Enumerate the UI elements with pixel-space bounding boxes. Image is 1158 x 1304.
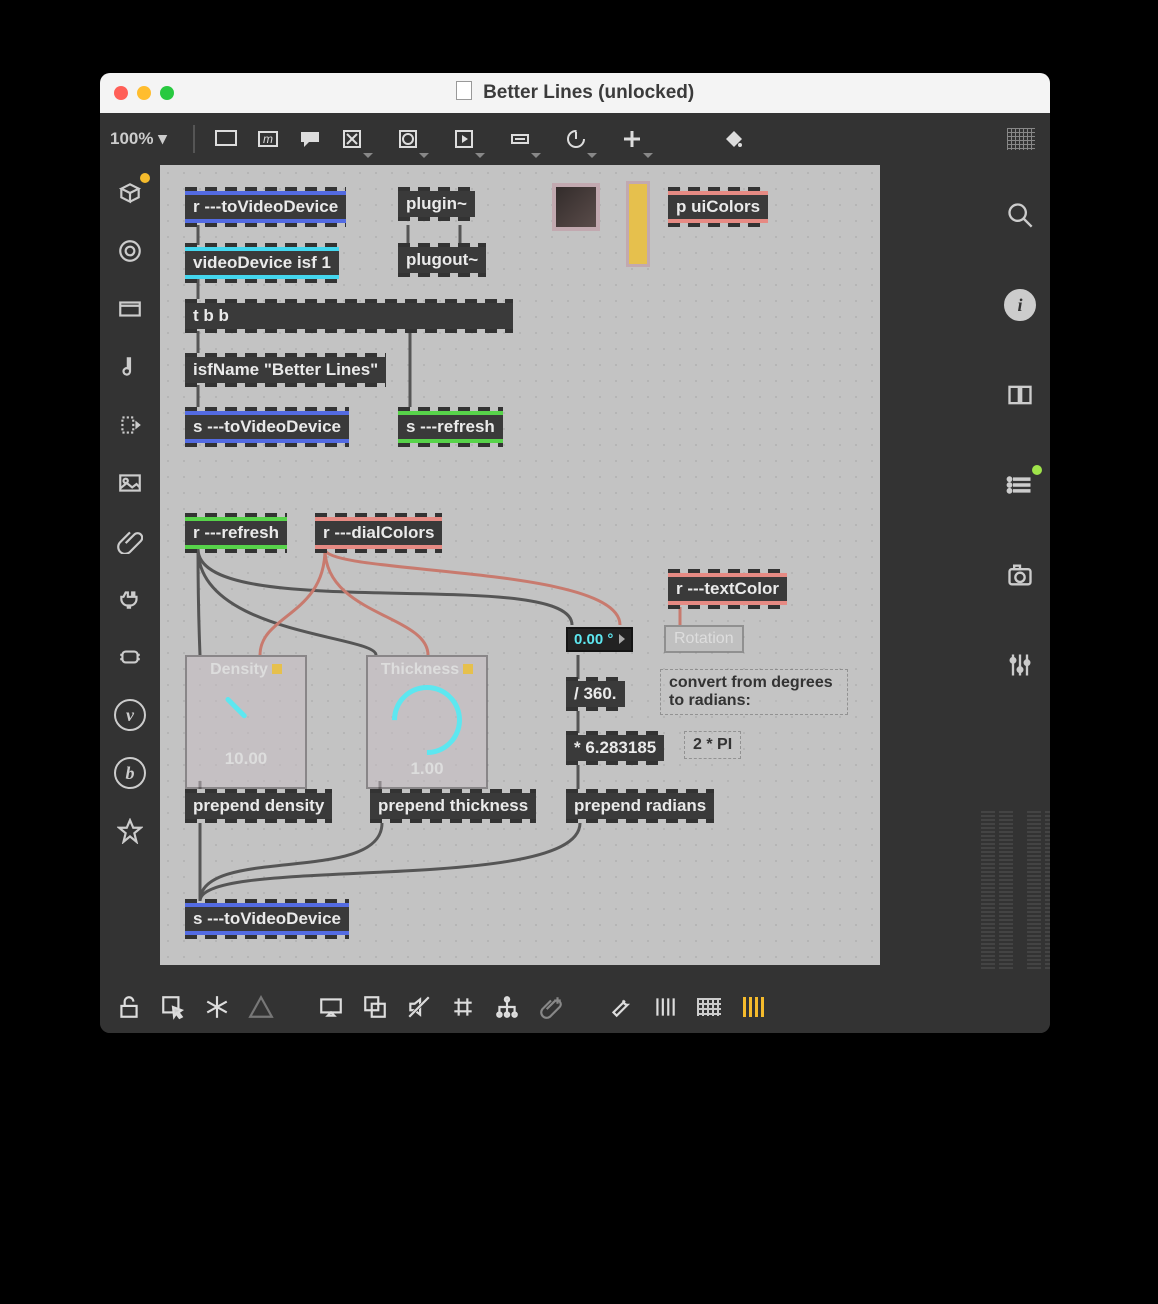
rotation-label: Rotation: [664, 625, 744, 653]
obj-p-uicolors[interactable]: p uiColors: [668, 191, 768, 223]
piano-icon[interactable]: [646, 988, 684, 1026]
thickness-value: 1.00: [372, 759, 482, 779]
triangle-icon: [619, 634, 625, 644]
svg-text:m: m: [263, 132, 273, 146]
app-window: Better Lines (unlocked) 100% ▾ m: [100, 73, 1050, 1033]
presentation-mode-icon[interactable]: [312, 988, 350, 1026]
obj-s-refresh[interactable]: s ---refresh: [398, 411, 503, 443]
obj-plugout[interactable]: plugout~: [398, 247, 486, 273]
vertical-slider[interactable]: [626, 181, 650, 267]
density-dial[interactable]: [216, 685, 276, 745]
thickness-title: Thickness: [381, 661, 459, 678]
warning-icon[interactable]: [242, 988, 280, 1026]
present-icon[interactable]: [207, 120, 245, 158]
texture-object[interactable]: [552, 183, 600, 231]
comment-2pi: 2 * PI: [684, 731, 741, 759]
target-icon[interactable]: [110, 231, 150, 271]
patch-area[interactable]: r ---toVideoDevice videoDevice isf 1 t b…: [160, 165, 880, 965]
star-icon[interactable]: [110, 811, 150, 851]
titlebar: Better Lines (unlocked): [100, 73, 1050, 113]
patch-cords: [160, 165, 880, 965]
comment-convert: convert from degrees to radians:: [660, 669, 848, 715]
obj-s-tovideodevice-2[interactable]: s ---toVideoDevice: [185, 903, 349, 935]
image-icon[interactable]: [110, 463, 150, 503]
v-icon[interactable]: v: [110, 695, 150, 735]
message-icon[interactable]: m: [249, 120, 287, 158]
thickness-dial-panel[interactable]: Thickness 1.00: [366, 655, 488, 789]
obj-mul2pi[interactable]: * 6.283185: [566, 735, 664, 761]
top-toolbar: 100% ▾ m: [100, 113, 1050, 165]
patcher-canvas[interactable]: r ---toVideoDevice videoDevice isf 1 t b…: [160, 165, 990, 981]
package-icon[interactable]: [110, 173, 150, 213]
layers-icon[interactable]: [356, 988, 394, 1026]
unlock-icon[interactable]: [110, 988, 148, 1026]
grid-toggle-icon[interactable]: [444, 988, 482, 1026]
grid-menu-icon[interactable]: [1002, 120, 1040, 158]
obj-tbb[interactable]: t b b: [185, 303, 513, 329]
active-bars-icon[interactable]: [734, 988, 772, 1026]
obj-r-textcolor[interactable]: r ---textColor: [668, 573, 787, 605]
device-icon[interactable]: [110, 637, 150, 677]
obj-isfname[interactable]: isfName "Better Lines": [185, 357, 386, 383]
mute-icon[interactable]: [400, 988, 438, 1026]
note-icon[interactable]: [110, 347, 150, 387]
map-indicator-icon: [272, 664, 282, 674]
density-title: Density: [210, 661, 268, 678]
search-icon[interactable]: [1000, 195, 1040, 235]
list-icon[interactable]: [1000, 465, 1040, 505]
pointer-icon[interactable]: [154, 988, 192, 1026]
obj-r-tovideodevice[interactable]: r ---toVideoDevice: [185, 191, 346, 223]
cue-icon[interactable]: [110, 405, 150, 445]
obj-plugin[interactable]: plugin~: [398, 191, 475, 217]
info-icon[interactable]: i: [1000, 285, 1040, 325]
keyboard-icon[interactable]: [690, 988, 728, 1026]
obj-r-refresh[interactable]: r ---refresh: [185, 517, 287, 549]
window-title-text: Better Lines (unlocked): [483, 82, 694, 103]
obj-prepend-density[interactable]: prepend density: [185, 793, 332, 819]
obj-s-tovideodevice[interactable]: s ---toVideoDevice: [185, 411, 349, 443]
obj-videodevice-isf[interactable]: videoDevice isf 1: [185, 247, 339, 279]
b-icon[interactable]: b: [110, 753, 150, 793]
hierarchy-icon[interactable]: [488, 988, 526, 1026]
obj-prepend-thickness[interactable]: prepend thickness: [370, 793, 536, 819]
map-indicator-icon: [463, 664, 473, 674]
document-icon: [456, 81, 472, 100]
obj-prepend-radians[interactable]: prepend radians: [566, 793, 714, 819]
zoom-dropdown[interactable]: 100% ▾: [110, 129, 181, 149]
wrench-icon[interactable]: [602, 988, 640, 1026]
panels-icon[interactable]: [1000, 375, 1040, 415]
density-dial-panel[interactable]: Density 10.00: [185, 655, 307, 789]
plug-icon[interactable]: [110, 579, 150, 619]
camera-icon[interactable]: [1000, 555, 1040, 595]
paint-bucket-icon[interactable]: [713, 120, 751, 158]
rotation-number-box[interactable]: 0.00 °: [566, 627, 633, 652]
density-value: 10.00: [191, 749, 301, 769]
left-sidebar: v b: [100, 165, 160, 981]
sliders-icon[interactable]: [1000, 645, 1040, 685]
comment-icon[interactable]: [291, 120, 329, 158]
freeze-icon[interactable]: [198, 988, 236, 1026]
window-title: Better Lines (unlocked): [100, 82, 1050, 104]
thickness-dial[interactable]: [378, 671, 477, 770]
screen-icon[interactable]: [110, 289, 150, 329]
obj-r-dialcolors[interactable]: r ---dialColors: [315, 517, 442, 549]
obj-div360[interactable]: / 360.: [566, 681, 625, 707]
bottom-toolbar: [100, 981, 1050, 1033]
audio-meters: [981, 811, 1050, 971]
attach-add-icon[interactable]: [532, 988, 570, 1026]
paperclip-icon[interactable]: [110, 521, 150, 561]
right-sidebar: i: [990, 165, 1050, 981]
